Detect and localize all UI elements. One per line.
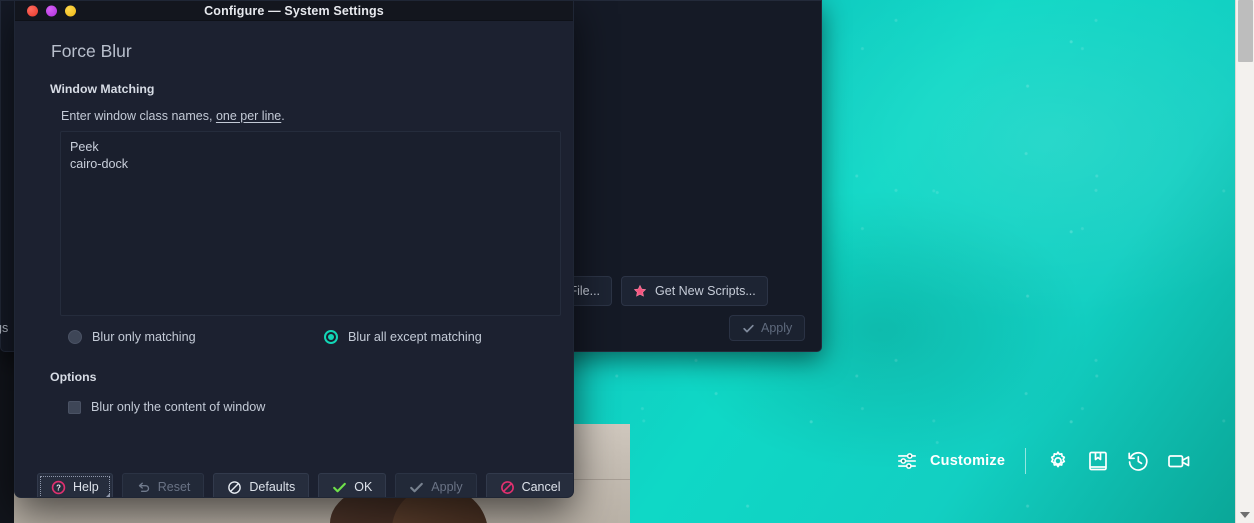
get-new-scripts-label: Get New Scripts... <box>655 284 756 298</box>
radio-blur-only-matching[interactable]: Blur only matching <box>68 330 196 344</box>
apply-button-label: Apply <box>431 480 463 494</box>
customize-button[interactable]: Customize <box>896 450 1005 472</box>
reset-button[interactable]: Reset <box>121 473 205 497</box>
options-heading: Options <box>50 370 97 384</box>
svg-text:?: ? <box>56 483 61 492</box>
background-apply-button[interactable]: Apply <box>729 315 806 341</box>
check-icon <box>743 324 754 332</box>
vertical-scrollbar[interactable] <box>1235 0 1254 523</box>
toolbar-icon-group <box>1046 449 1192 473</box>
checkbox-blur-only-content[interactable]: Blur only the content of window <box>68 400 551 414</box>
ok-button-label: OK <box>354 480 373 494</box>
dialog-title: Configure — System Settings <box>204 3 384 18</box>
window-class-textarea[interactable]: Peek cairo-dock <box>60 131 561 316</box>
radio-blur-all-except-matching[interactable]: Blur all except matching <box>324 330 482 344</box>
defaults-button[interactable]: Defaults <box>213 473 310 497</box>
hint-prefix: Enter window class names, <box>61 109 216 123</box>
check-icon <box>333 482 347 492</box>
close-window-button[interactable] <box>27 5 38 16</box>
customize-label: Customize <box>930 453 1006 469</box>
check-icon <box>410 482 424 492</box>
cancel-button-label: Cancel <box>521 480 561 494</box>
dialog-titlebar[interactable]: Configure — System Settings <box>15 1 573 21</box>
bookmark-book-icon[interactable] <box>1086 449 1110 473</box>
help-button-label: Help <box>73 480 99 494</box>
help-icon: ? <box>51 480 66 494</box>
reset-button-label: Reset <box>157 480 191 494</box>
toolbar-divider <box>1025 448 1027 474</box>
screen-root: gs all from File... Get New Scripts... <box>0 0 1254 523</box>
window-controls <box>27 5 76 16</box>
hint-suffix: . <box>281 109 285 123</box>
undo-icon <box>138 482 149 492</box>
minimize-window-button[interactable] <box>46 5 57 16</box>
dialog-body: Force Blur Window Matching Enter window … <box>15 41 573 497</box>
background-window-left-fragment: gs <box>0 321 9 335</box>
video-camera-icon[interactable] <box>1166 449 1192 473</box>
page-title: Force Blur <box>51 41 132 61</box>
cancel-icon <box>500 480 514 494</box>
history-clock-icon[interactable] <box>1126 449 1150 473</box>
chevron-down-icon[interactable] <box>1240 512 1250 518</box>
get-new-scripts-button[interactable]: Get New Scripts... <box>621 276 768 306</box>
background-apply-row: Apply <box>729 315 806 341</box>
checkbox-indicator <box>68 400 81 414</box>
radio-indicator-unchecked <box>68 330 82 344</box>
defaults-icon <box>228 480 242 494</box>
dialog-button-bar: ? Help Reset Defaults OK Apply Cancel <box>37 473 573 497</box>
ok-button[interactable]: OK <box>318 473 387 497</box>
background-apply-label: Apply <box>761 321 793 335</box>
sliders-icon <box>897 453 917 469</box>
star-icon <box>633 284 647 297</box>
one-per-line-link[interactable]: one per line <box>216 109 281 123</box>
blur-mode-radio-group: Blur only matching Blur all except match… <box>60 330 551 352</box>
cancel-button[interactable]: Cancel <box>485 473 573 497</box>
radio-blur-only-matching-label: Blur only matching <box>92 330 196 344</box>
checkbox-blur-only-content-label: Blur only the content of window <box>91 400 266 414</box>
radio-indicator-checked <box>324 330 338 344</box>
apply-button[interactable]: Apply <box>395 473 477 497</box>
bottom-right-toolbar: Customize <box>896 448 1192 474</box>
window-matching-heading: Window Matching <box>50 82 155 96</box>
help-button[interactable]: ? Help <box>37 473 113 497</box>
configure-dialog[interactable]: Configure — System Settings Force Blur W… <box>14 0 574 498</box>
gear-icon[interactable] <box>1046 449 1070 473</box>
defaults-button-label: Defaults <box>249 480 296 494</box>
scrollbar-thumb[interactable] <box>1238 0 1253 62</box>
radio-blur-all-except-matching-label: Blur all except matching <box>348 330 482 344</box>
maximize-window-button[interactable] <box>65 5 76 16</box>
window-class-hint: Enter window class names, one per line. <box>61 109 551 123</box>
